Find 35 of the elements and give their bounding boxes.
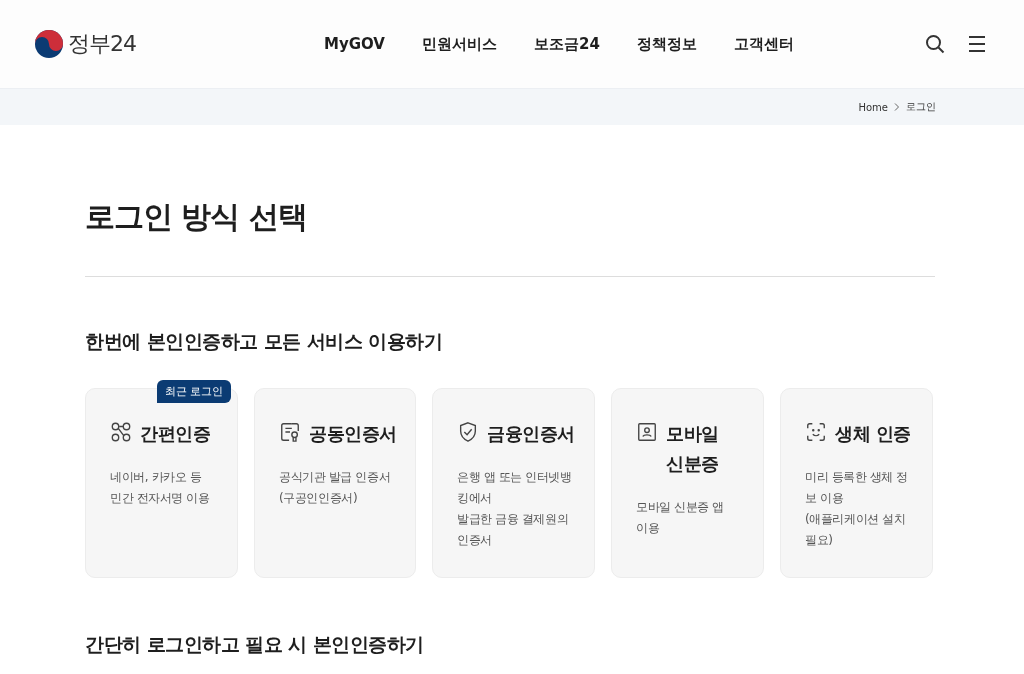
menu-icon[interactable] xyxy=(966,33,988,55)
card-title: 생체 인증 xyxy=(835,422,911,446)
login-method-card[interactable]: 공동인증서 공식기관 발급 인증서 (구공인인증서) xyxy=(254,388,416,578)
search-icon[interactable] xyxy=(924,33,946,55)
card-description: 은행 앱 또는 인터넷뱅 킹에서 발급한 금융 결제원의 인증서 xyxy=(457,469,573,549)
chevron-icon xyxy=(894,103,900,111)
section-title: 간단히 로그인하고 필요 시 본인인증하기 xyxy=(85,632,425,657)
card-description: 미리 등록한 생체 정 보 이용 (애플리케이션 설치 필요) xyxy=(805,469,910,549)
nav-link[interactable]: 정책정보 xyxy=(636,34,697,54)
nav-link[interactable]: 고객센터 xyxy=(733,34,794,54)
breadcrumb-link[interactable]: Home xyxy=(858,101,888,113)
card-description: 공식기관 발급 인증서 (구공인인증서) xyxy=(279,469,392,507)
logo-icon[interactable] xyxy=(34,29,64,59)
page-title: 로그인 방식 선택 xyxy=(85,198,308,236)
id-card-icon xyxy=(636,421,658,443)
card-description: 모바일 신분증 앱 이용 xyxy=(636,499,726,537)
card-description: 네이버, 카카오 등 민간 전자서명 이용 xyxy=(110,469,211,507)
breadcrumb-link[interactable]: 로그인 xyxy=(906,100,936,114)
recent-login-badge: 최근 로그인 xyxy=(156,380,231,403)
login-method-card[interactable]: 모바일 신분증 모바일 신분증 앱 이용 xyxy=(611,388,764,578)
logo-text[interactable]: 정부24 xyxy=(68,29,136,59)
card-title: 공동인증서 xyxy=(309,422,397,446)
nav-link[interactable]: MyGOV xyxy=(324,34,385,54)
shield-check-icon xyxy=(457,421,479,443)
login-method-card[interactable]: 생체 인증 미리 등록한 생체 정 보 이용 (애플리케이션 설치 필요) xyxy=(780,388,933,578)
nav-link[interactable]: 보조금24 xyxy=(534,34,600,54)
section-title: 한번에 본인인증하고 모든 서비스 이용하기 xyxy=(85,329,444,354)
nodes-icon xyxy=(110,421,132,443)
certificate-icon xyxy=(279,421,301,443)
card-title: 모바일 신분증 xyxy=(666,422,719,476)
card-title: 간편인증 xyxy=(140,422,210,446)
card-title: 금융인증서 xyxy=(487,422,575,446)
face-scan-icon xyxy=(805,421,827,443)
login-method-card[interactable]: 금융인증서 은행 앱 또는 인터넷뱅 킹에서 발급한 금융 결제원의 인증서 xyxy=(432,388,595,578)
nav-link[interactable]: 민원서비스 xyxy=(422,34,497,54)
